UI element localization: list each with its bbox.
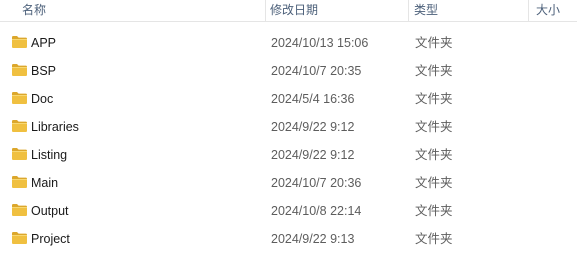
- column-separator[interactable]: [408, 0, 409, 22]
- file-type: 文件夹: [415, 92, 453, 106]
- folder-icon: [11, 119, 28, 133]
- file-date-modified: 2024/10/8 22:14: [271, 204, 362, 218]
- file-name: Libraries: [31, 120, 79, 134]
- file-name: Output: [31, 204, 69, 218]
- file-name: BSP: [31, 64, 57, 78]
- file-type: 文件夹: [415, 120, 453, 134]
- file-row[interactable]: Doc 2024/5/4 16:36 文件夹: [0, 85, 577, 113]
- file-type: 文件夹: [415, 36, 453, 50]
- file-type: 文件夹: [415, 148, 453, 162]
- folder-icon: [11, 35, 28, 49]
- file-date-modified: 2024/10/7 20:35: [271, 64, 362, 78]
- file-name: Doc: [31, 92, 54, 106]
- file-name: APP: [31, 36, 57, 50]
- file-type: 文件夹: [415, 204, 453, 218]
- file-row[interactable]: Project 2024/9/22 9:13 文件夹: [0, 225, 577, 253]
- file-date-modified: 2024/10/13 15:06: [271, 36, 369, 50]
- folder-icon: [11, 231, 28, 245]
- folder-icon: [11, 91, 28, 105]
- column-header-bar: ^ 名称 修改日期 类型 大小: [0, 0, 577, 22]
- file-date-modified: 2024/5/4 16:36: [271, 92, 355, 106]
- file-list: APP 2024/10/13 15:06 文件夹 BSP 2024/10/7 20:35…: [0, 29, 577, 253]
- file-row[interactable]: APP 2024/10/13 15:06 文件夹: [0, 29, 577, 57]
- file-row[interactable]: BSP 2024/10/7 20:35 文件夹: [0, 57, 577, 85]
- column-separator[interactable]: [528, 0, 529, 22]
- file-type: 文件夹: [415, 232, 453, 246]
- folder-icon: [11, 175, 28, 189]
- file-name: Listing: [31, 148, 68, 162]
- column-header-type[interactable]: 类型: [414, 0, 438, 21]
- folder-icon: [11, 63, 28, 77]
- folder-icon: [11, 147, 28, 161]
- column-header-name[interactable]: 名称: [22, 0, 46, 21]
- file-row[interactable]: Main 2024/10/7 20:36 文件夹: [0, 169, 577, 197]
- column-header-size[interactable]: 大小: [536, 0, 560, 21]
- file-type: 文件夹: [415, 64, 453, 78]
- file-name: Main: [31, 176, 59, 190]
- folder-icon: [11, 203, 28, 217]
- file-name: Project: [31, 232, 70, 246]
- file-type: 文件夹: [415, 176, 453, 190]
- file-row[interactable]: Listing 2024/9/22 9:12 文件夹: [0, 141, 577, 169]
- column-separator[interactable]: [265, 0, 266, 22]
- file-date-modified: 2024/9/22 9:12: [271, 148, 355, 162]
- file-row[interactable]: Output 2024/10/8 22:14 文件夹: [0, 197, 577, 225]
- sort-indicator-icon: ^: [132, 0, 136, 5]
- file-date-modified: 2024/9/22 9:12: [271, 120, 355, 134]
- file-date-modified: 2024/10/7 20:36: [271, 176, 362, 190]
- file-row[interactable]: Libraries 2024/9/22 9:12 文件夹: [0, 113, 577, 141]
- file-explorer-list-view: ^ 名称 修改日期 类型 大小 APP 2024/10/13 15:06 文件夹 BS…: [0, 0, 577, 273]
- file-date-modified: 2024/9/22 9:13: [271, 232, 355, 246]
- column-header-date-modified[interactable]: 修改日期: [270, 0, 318, 21]
